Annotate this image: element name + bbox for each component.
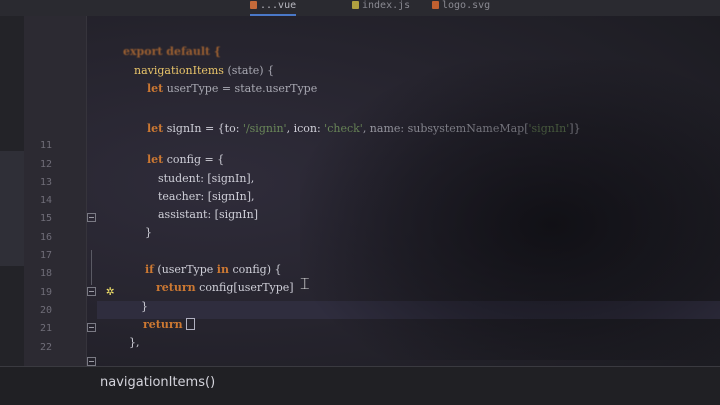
code-token: }, (128, 336, 140, 349)
code-line: }, (108, 323, 140, 362)
code-token: , name: subsystemNameMap[ (362, 122, 529, 135)
code-line: assistant: [signIn] (137, 195, 258, 234)
code-token: userType = state.userType (163, 82, 318, 95)
code-token: config[userType] (195, 281, 294, 294)
code-token: return (142, 318, 183, 331)
code-token: 'signIn' (528, 122, 570, 135)
code-token: let (146, 82, 164, 95)
code-token: } (144, 226, 152, 239)
code-token: ]} (569, 122, 581, 135)
code-token: 'check' (324, 122, 363, 135)
code-token: '/signin' (242, 122, 287, 135)
code-token: , icon: (286, 122, 325, 135)
code-token: let (146, 122, 164, 135)
breadcrumb[interactable]: navigationItems() (100, 375, 215, 390)
status-bar: navigationItems() (0, 366, 720, 405)
code-line: return config[userType] (135, 268, 294, 307)
text-cursor-icon: ⌶ (300, 274, 310, 293)
code-token: return (155, 281, 196, 294)
code-line: let userType = state.userType (126, 69, 317, 108)
code-editor[interactable]: export default { navigationItems (state)… (0, 0, 720, 366)
code-token: assistant: [signIn] (157, 208, 258, 221)
code-line: } (124, 213, 152, 252)
ide-window: ...vue index.js logo.svg 11 12 13 14 15 … (0, 0, 720, 405)
text-caret-selection (186, 318, 196, 330)
code-token: signIn = {to: (163, 122, 243, 135)
